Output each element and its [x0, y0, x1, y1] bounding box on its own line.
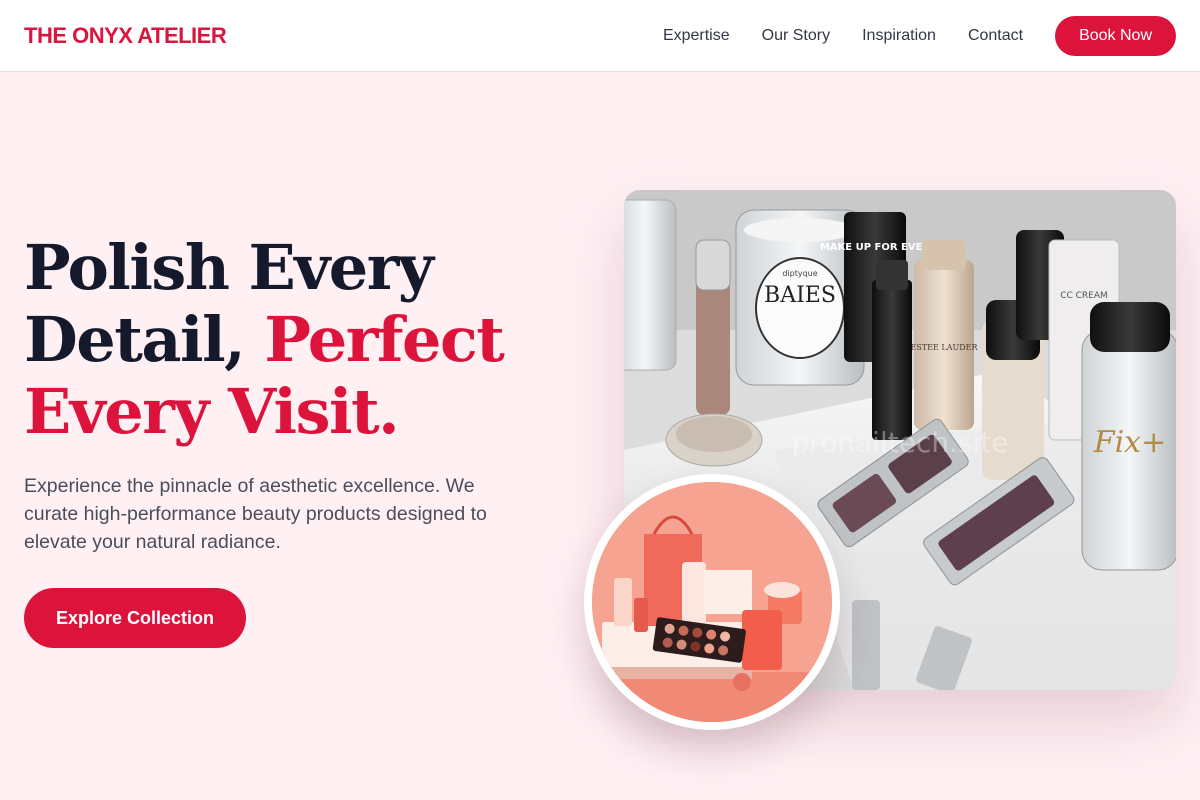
hero-subtitle: Experience the pinnacle of aesthetic exc…: [24, 475, 487, 553]
lipstick: [872, 280, 912, 440]
hero-title-accent-2: Every Visit.: [24, 375, 400, 448]
watermark: pronailtech.site: [791, 426, 1008, 459]
svg-text:ESTEE LAUDER: ESTEE LAUDER: [911, 343, 979, 352]
book-now-button[interactable]: Book Now: [1055, 15, 1176, 56]
nav-link-expertise[interactable]: Expertise: [663, 27, 730, 45]
svg-text:Fix+: Fix+: [1093, 425, 1166, 460]
nav-link-our-story[interactable]: Our Story: [762, 27, 830, 45]
hero-title-accent-1: Perfect: [264, 303, 505, 376]
svg-text:diptyque: diptyque: [782, 269, 817, 278]
nav-links: Expertise Our Story Inspiration Contact …: [663, 15, 1176, 56]
cosmetics-display-image: [592, 482, 832, 722]
nav-link-contact[interactable]: Contact: [968, 27, 1023, 45]
explore-collection-button[interactable]: Explore Collection: [24, 588, 246, 648]
hero-title: Polish Every Detail, Perfect Every Visit…: [24, 232, 584, 448]
cosmetics-display-photo: [584, 474, 840, 730]
brand-logo[interactable]: THE ONYX ATELIER: [24, 23, 227, 49]
nav-link-inspiration[interactable]: Inspiration: [862, 27, 936, 45]
glass-jar: [624, 199, 677, 371]
candle-label: BAIES: [764, 283, 836, 308]
navbar: THE ONYX ATELIER Expertise Our Story Ins…: [0, 0, 1200, 72]
svg-text:CC CREAM: CC CREAM: [1060, 291, 1108, 301]
svg-text:MAKE UP FOR EVER: MAKE UP FOR EVER: [820, 242, 931, 253]
